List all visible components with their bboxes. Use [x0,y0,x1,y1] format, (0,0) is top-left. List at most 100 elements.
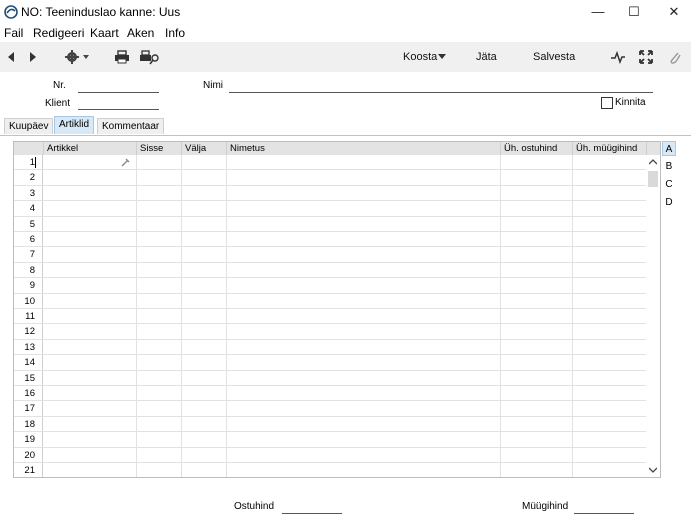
table-row[interactable]: 12 [14,324,647,340]
muugihind-label: Müügihind [522,501,569,512]
row-number: 14 [14,355,43,370]
print-icon[interactable] [114,49,130,65]
col-divider [181,155,182,477]
table-row[interactable]: 7 [14,247,647,263]
koosta-button[interactable]: Koosta [403,51,437,63]
table-row[interactable]: 5 [14,216,647,232]
table-row[interactable]: 3 [14,185,647,202]
previous-record-icon[interactable] [6,49,16,65]
nimi-label: Nimi [203,80,223,91]
grid-scrollbar[interactable] [646,155,660,477]
col-divider [572,155,573,477]
close-button[interactable]: ✕ [656,2,691,22]
header-nimetus[interactable]: Nimetus [227,142,501,155]
table-row[interactable]: 21 [14,463,647,477]
tab-kuupaev[interactable]: Kuupäev [4,118,54,134]
salvesta-button[interactable]: Salvesta [533,51,575,63]
table-row[interactable]: 20 [14,447,647,463]
minimize-button[interactable]: — [580,2,616,22]
table-row[interactable]: 19 [14,432,647,448]
side-tab-c[interactable]: C [662,177,676,192]
row-number: 9 [14,278,43,293]
nimi-field[interactable] [229,91,653,93]
next-record-icon[interactable] [28,49,38,65]
scroll-up-icon[interactable] [649,159,657,165]
table-row[interactable]: 17 [14,401,647,417]
table-row[interactable]: 11 [14,309,647,325]
header-artikkel[interactable]: Artikkel [44,142,137,155]
side-tab-a[interactable]: A [662,141,676,156]
table-row[interactable]: 9 [14,278,647,294]
row-number: 10 [14,293,43,308]
row-number: 6 [14,232,43,247]
gear-icon[interactable] [64,49,92,65]
articles-grid: Artikkel Sisse Välja Nimetus Üh. ostuhin… [13,141,661,478]
muugihind-field[interactable] [574,512,634,514]
menu-aken[interactable]: Aken [127,26,154,40]
header-sisse[interactable]: Sisse [137,142,182,155]
row-number: 13 [14,339,43,355]
menu-bar: Fail Redigeeri Kaart Aken Info [0,24,691,42]
table-row[interactable]: 6 [14,232,647,248]
header-valja[interactable]: Välja [182,142,227,155]
attachment-icon[interactable] [668,49,682,65]
kinnita-checkbox[interactable] [601,97,613,109]
col-divider [500,155,501,477]
activity-icon[interactable] [610,49,626,65]
menu-fail[interactable]: Fail [4,26,23,40]
row-number: 17 [14,401,43,416]
row-number: 3 [14,185,43,201]
header-rownum [14,142,44,155]
table-row[interactable]: 2 [14,170,647,186]
nr-field[interactable] [78,91,159,93]
row-number: 5 [14,216,43,231]
table-row[interactable]: 16 [14,386,647,402]
table-row[interactable]: 18 [14,416,647,433]
col-divider [136,155,137,477]
klient-label: Klient [45,98,71,109]
table-row[interactable]: 8 [14,262,647,279]
expand-icon[interactable] [638,49,654,65]
header-uh-muugihind[interactable]: Üh. müügihind [573,142,647,155]
table-row[interactable]: 15 [14,370,647,386]
col-divider [226,155,227,477]
row-number: 16 [14,386,43,401]
scroll-down-icon[interactable] [649,467,657,473]
tab-kommentaar[interactable]: Kommentaar [97,118,165,134]
print-preview-icon[interactable] [139,49,161,65]
ostuhind-label: Ostuhind [234,501,275,512]
chevron-down-icon[interactable] [438,54,446,60]
ostuhind-field[interactable] [282,512,342,514]
klient-field[interactable] [78,108,159,110]
menu-kaart[interactable]: Kaart [90,26,119,40]
row-number: 7 [14,247,43,262]
row-number: 1 [14,155,43,170]
nr-label: Nr. [53,80,66,91]
table-row[interactable]: 10 [14,293,647,309]
scrollbar-thumb[interactable] [648,171,658,187]
jata-button[interactable]: Jäta [476,51,497,63]
table-row[interactable]: 4 [14,201,647,217]
menu-info[interactable]: Info [165,26,185,40]
side-tab-d[interactable]: D [662,195,676,210]
tab-divider [0,135,691,136]
title-bar: NO: Teeninduslao kanne: Uus — ☐ ✕ [0,0,691,24]
row-number: 21 [14,463,43,477]
tab-artiklid[interactable]: Artiklid [54,116,95,134]
row-number: 2 [14,170,43,185]
maximize-button[interactable]: ☐ [616,2,652,22]
app-logo-icon [4,5,18,19]
window-title: NO: Teeninduslao kanne: Uus [21,5,181,19]
grid-header: Artikkel Sisse Välja Nimetus Üh. ostuhin… [14,142,660,155]
paste-special-icon[interactable] [121,157,131,167]
row-number: 12 [14,324,43,339]
header-uh-ostuhind[interactable]: Üh. ostuhind [501,142,573,155]
menu-redigeeri[interactable]: Redigeeri [33,26,84,40]
side-tab-b[interactable]: B [662,159,676,174]
row-number: 4 [14,201,43,216]
table-row[interactable]: 13 [14,339,647,356]
row-number: 11 [14,309,43,324]
table-row[interactable]: 14 [14,355,647,371]
row-number: 8 [14,262,43,278]
table-row[interactable]: 1 [14,155,647,171]
